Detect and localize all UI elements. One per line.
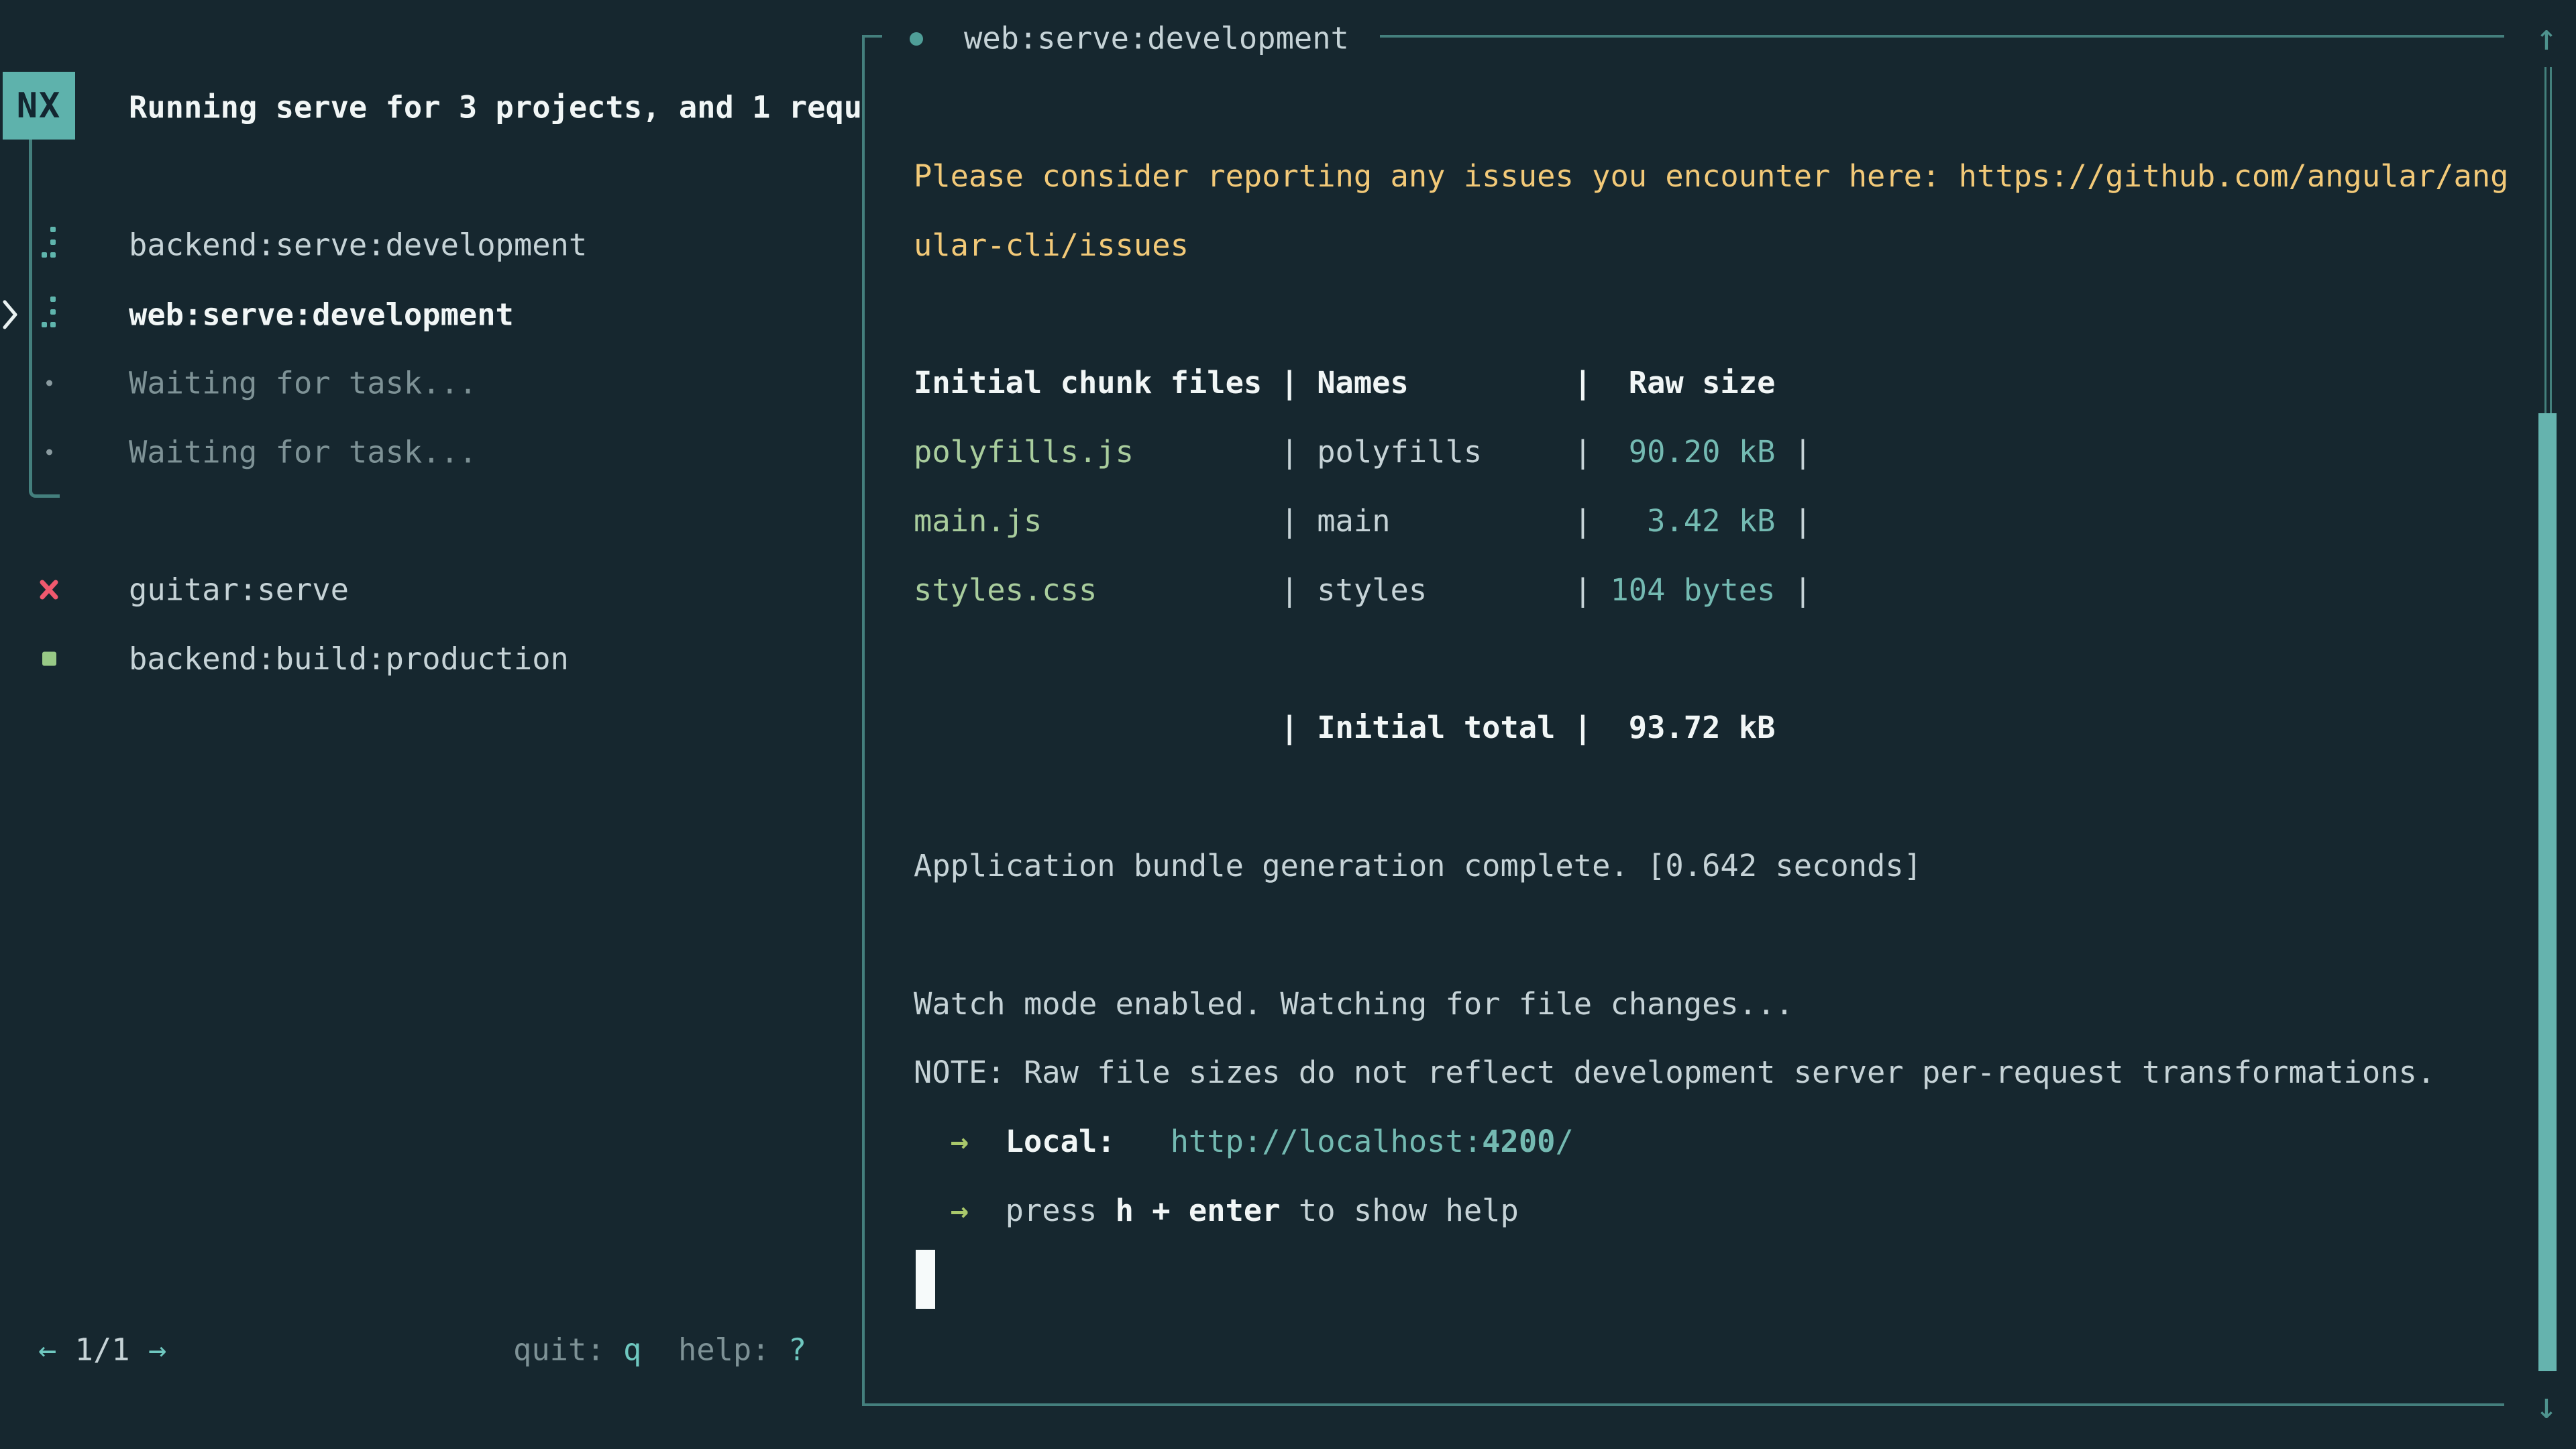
pager: ← 1/1 → [38,1332,166,1368]
panel-border-bottom [862,1403,2504,1406]
terminal-text-segment: → [951,1193,969,1228]
terminal-line: ular-cli/issues [914,211,2510,280]
nx-logo-label: NX [17,86,62,126]
shortcut-quit-key[interactable]: q [623,1332,641,1368]
task-row[interactable]: backend:serve:development [0,210,859,280]
terminal-text-segment: main.js [914,503,1042,539]
task-spinner-icon [39,302,59,327]
panel-border-top-stub [862,35,882,38]
task-spinner-icon [39,232,59,258]
terminal-text-segment: ular-cli/issues [914,227,1189,263]
terminal-line: → press h + enter to show help [914,1177,2510,1246]
scrollbar-thumb[interactable] [2538,413,2557,1371]
app-title: Running serve for 3 projects, and 1 requ [129,90,861,125]
task-label: guitar:serve [129,572,349,608]
terminal-line [914,280,2510,350]
pager-count: 1/1 [75,1332,130,1368]
task-label: web:serve:development [129,297,514,333]
terminal-line: Application bundle generation complete. … [914,832,2510,901]
task-row[interactable]: Waiting for task... [0,417,859,487]
terminal-text-segment: Local: [1006,1124,1116,1159]
pager-label [56,1332,74,1368]
terminal-text-segment [914,1193,951,1228]
terminal-line: Initial chunk files | Names | Raw size [914,349,2510,418]
running-indicator-icon [910,32,923,46]
task-row[interactable]: web:serve:development [0,280,859,350]
task-pending-dot-icon [39,449,59,455]
terminal-line [914,901,2510,970]
pager-prev-icon[interactable]: ← [38,1332,56,1368]
terminal-text-segment: → [951,1124,969,1159]
terminal-text-segment: | styles | [1097,572,1610,608]
terminal-text-segment [969,1124,1006,1159]
terminal-line: Watch mode enabled. Watching for file ch… [914,970,2510,1039]
terminal-line: main.js | main | 3.42 kB | [914,487,2510,556]
terminal-text-segment: polyfills.js [914,434,1134,470]
task-label: backend:serve:development [129,227,587,263]
terminal-line: → Local: http://localhost:4200/ [914,1108,2510,1177]
shortcut-help-label: help: [678,1332,788,1368]
shortcut-quit-label: quit: [513,1332,623,1368]
terminal-text-segment: | [1775,434,1812,470]
terminal-line: polyfills.js | polyfills | 90.20 kB | [914,418,2510,487]
task-failed-x-icon [39,579,59,600]
terminal-text-segment: | Initial total | 93.72 kB [914,710,1775,745]
task-label: Waiting for task... [129,366,477,401]
terminal-text-segment: | polyfills | [1134,434,1611,470]
panel-border-top [1380,35,2504,38]
shortcut-help-key[interactable]: ? [788,1332,806,1368]
terminal-line: NOTE: Raw file sizes do not reflect deve… [914,1038,2510,1108]
terminal-text-segment: 4200 [1482,1124,1555,1159]
scrollbar-track[interactable] [2544,67,2552,413]
nx-logo-badge: NX [3,72,75,140]
terminal-text-segment: | [1775,572,1812,608]
shortcut-bar: quit: q help: ? [513,1332,806,1368]
terminal-text-segment: Watch mode enabled. Watching for file ch… [914,986,1794,1022]
scroll-up-icon[interactable]: ↑ [2529,20,2564,55]
terminal-text-segment: Initial chunk files | Names | Raw size [914,365,1775,400]
scroll-down-icon[interactable]: ↓ [2529,1389,2564,1424]
terminal-text-segment: | [1775,503,1812,539]
terminal-output[interactable]: Please consider reporting any issues you… [914,142,2510,1315]
terminal-cursor [916,1250,935,1309]
terminal-line [914,1246,2510,1315]
panel-border-left [862,35,865,1406]
nx-tui: NX Running serve for 3 projects, and 1 r… [0,0,2576,1449]
pager-spacer [130,1332,148,1368]
terminal-line [914,625,2510,694]
task-success-square-icon [39,652,59,666]
terminal-text-segment: NOTE: Raw file sizes do not reflect deve… [914,1055,2435,1090]
panel-title: web:serve:development [964,21,1349,56]
task-pending-dot-icon [39,380,59,386]
pager-next-icon[interactable]: → [148,1332,166,1368]
terminal-text-segment: Please consider reporting any issues you… [914,158,2509,194]
terminal-text-segment: to show help [1281,1193,1519,1228]
terminal-text-segment [914,1124,951,1159]
selected-task-chevron-icon [1,299,19,331]
terminal-line [914,763,2510,832]
terminal-text-segment: styles.css [914,572,1097,608]
terminal-text-segment: h + enter [1116,1193,1281,1228]
task-row[interactable]: guitar:serve [0,555,859,625]
task-label: Waiting for task... [129,435,477,470]
terminal-text-segment: http://localhost: [1171,1124,1483,1159]
terminal-text-segment: 3.42 kB [1610,503,1775,539]
terminal-text-segment: / [1555,1124,1573,1159]
task-row[interactable]: backend:build:production [0,624,859,694]
terminal-line: Please consider reporting any issues you… [914,142,2510,211]
terminal-line: | Initial total | 93.72 kB [914,694,2510,763]
terminal-text-segment: 104 bytes [1610,572,1775,608]
terminal-line: styles.css | styles | 104 bytes | [914,556,2510,625]
terminal-text-segment: press [969,1193,1116,1228]
terminal-text-segment: | main | [1042,503,1610,539]
terminal-text-segment: Application bundle generation complete. … [914,848,1922,883]
terminal-text-segment [1116,1124,1171,1159]
task-row[interactable]: Waiting for task... [0,348,859,418]
task-label: backend:build:production [129,641,569,677]
terminal-text-segment: 90.20 kB [1610,434,1775,470]
shortcut-separator [641,1332,678,1368]
